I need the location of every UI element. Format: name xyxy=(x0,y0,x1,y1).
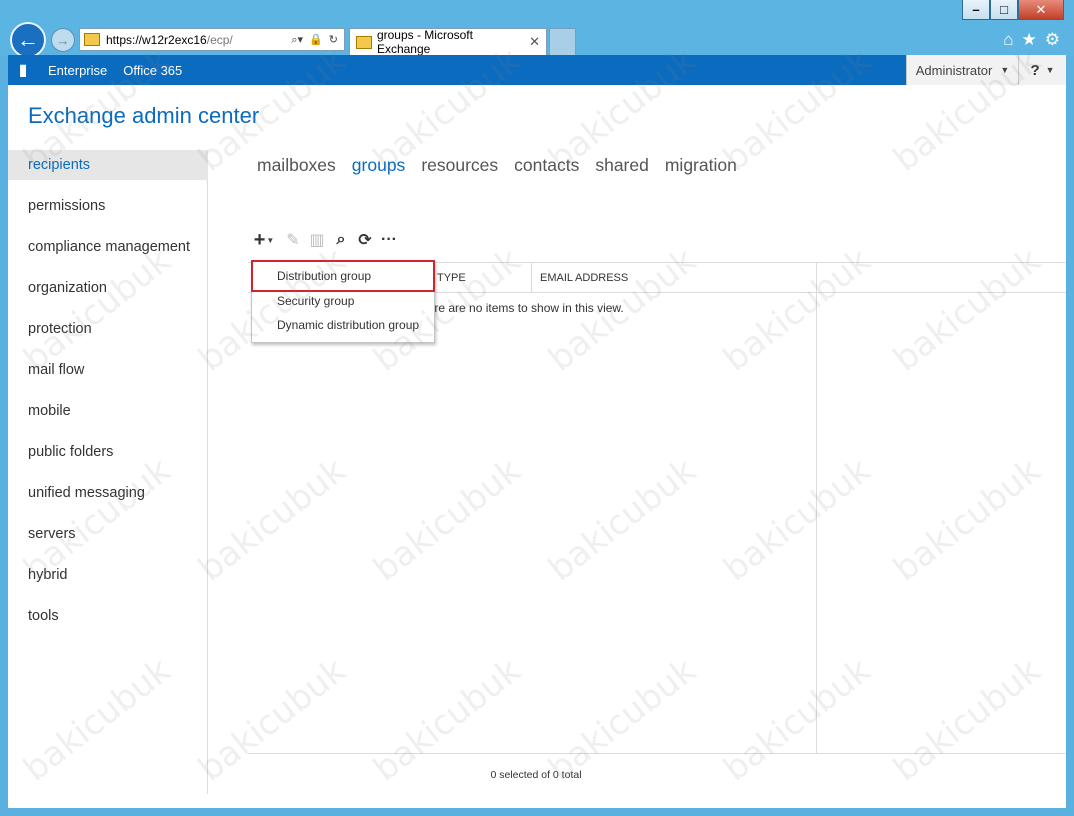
page-title: Exchange admin center xyxy=(28,103,260,128)
nav-item-hybrid[interactable]: hybrid xyxy=(8,560,208,601)
delete-icon: ▥ xyxy=(309,232,325,249)
empty-list-message: here are no items to show in this view. xyxy=(421,301,624,315)
office-logo-icon[interactable]: ▮ xyxy=(8,55,38,85)
refresh-icon[interactable]: ⟳ xyxy=(356,231,374,249)
nav-item-mail-flow[interactable]: mail flow xyxy=(8,355,208,396)
search-dropdown-icon[interactable]: ⌕▾ xyxy=(291,33,303,47)
office365-link[interactable]: Office 365 xyxy=(123,63,182,78)
add-group-menu: Distribution group Security group Dynami… xyxy=(251,260,435,343)
user-menu[interactable]: Administrator ▼ xyxy=(906,55,1018,85)
tab-favicon-icon xyxy=(356,35,372,49)
nav-item-permissions[interactable]: permissions xyxy=(8,191,208,232)
nav-item-unified-messaging[interactable]: unified messaging xyxy=(8,478,208,519)
favorites-star-icon[interactable]: ★ xyxy=(1022,30,1037,50)
edit-icon: ✎ xyxy=(286,232,300,249)
user-name: Administrator xyxy=(915,62,993,78)
tab-migration[interactable]: migration xyxy=(665,155,737,176)
list-bottom-border xyxy=(248,753,1066,754)
minimize-button[interactable]: – xyxy=(962,0,990,20)
nav-item-mobile[interactable]: mobile xyxy=(8,396,208,437)
nav-item-protection[interactable]: protection xyxy=(8,314,208,355)
nav-item-tools[interactable]: tools xyxy=(8,601,208,642)
tab-resources[interactable]: resources xyxy=(421,155,498,176)
help-menu[interactable]: ? ▼ xyxy=(1018,55,1066,85)
tab-contacts[interactable]: contacts xyxy=(514,155,579,176)
address-bar[interactable]: https://w12r2exc16 /ecp/ ⌕▾ 🔒 ↻ xyxy=(79,28,345,51)
tab-groups[interactable]: groups xyxy=(352,155,406,176)
nav-item-recipients[interactable]: recipients xyxy=(8,150,208,180)
help-icon: ? xyxy=(1030,61,1040,79)
add-icon[interactable]: + ▼ xyxy=(250,229,278,251)
arrow-right-icon: → xyxy=(56,32,70,48)
home-icon[interactable]: ⌂ xyxy=(1003,30,1013,50)
search-icon[interactable]: ⌕ xyxy=(332,231,350,249)
arrow-left-icon: ← xyxy=(17,27,39,52)
chevron-down-icon: ▼ xyxy=(1045,65,1055,75)
nav-divider xyxy=(207,180,208,794)
selection-status: 0 selected of 0 total xyxy=(490,769,582,781)
url-path: /ecp/ xyxy=(206,32,233,47)
reload-icon[interactable]: ↻ xyxy=(329,33,338,47)
menu-item-dynamic-distribution-group[interactable]: Dynamic distribution group xyxy=(252,313,434,337)
column-header-email-address[interactable]: EMAIL ADDRESS xyxy=(532,263,628,293)
enterprise-link[interactable]: Enterprise xyxy=(48,63,107,78)
groups-toolbar: + ▼ ✎ ▥ ⌕ ⟳ ··· xyxy=(250,229,398,251)
chevron-down-icon: ▼ xyxy=(266,235,275,245)
url-host: https://w12r2exc16 xyxy=(106,32,207,47)
maximize-button[interactable]: □ xyxy=(990,0,1018,20)
site-favicon-icon xyxy=(84,33,100,46)
tab-shared[interactable]: shared xyxy=(595,155,649,176)
eac-content: Exchange admin center recipients permiss… xyxy=(8,85,1066,808)
window-controls: – □ ✕ xyxy=(962,0,1064,20)
tab-title: groups - Microsoft Exchange xyxy=(376,28,473,56)
new-tab-button[interactable] xyxy=(549,28,576,55)
menu-item-security-group[interactable]: Security group xyxy=(252,289,434,313)
nav-item-organization[interactable]: organization xyxy=(8,273,208,314)
menu-item-distribution-group[interactable]: Distribution group xyxy=(251,260,435,292)
settings-gear-icon[interactable]: ⚙ xyxy=(1045,30,1060,50)
details-pane-divider xyxy=(816,262,817,754)
close-tab-icon[interactable]: ✕ xyxy=(529,34,540,50)
nav-item-public-folders[interactable]: public folders xyxy=(8,437,208,478)
nav-item-compliance-management[interactable]: compliance management xyxy=(8,232,208,273)
browser-tab[interactable]: groups - Microsoft Exchange ✕ xyxy=(349,28,547,56)
tab-mailboxes[interactable]: mailboxes xyxy=(257,155,336,176)
left-navigation: recipients permissions compliance manage… xyxy=(8,150,208,642)
forward-button[interactable]: → xyxy=(51,28,75,52)
browser-chrome: – □ ✕ ← → https://w12r2exc16 /ecp/ ⌕▾ 🔒 … xyxy=(0,0,1074,58)
back-button[interactable]: ← xyxy=(10,22,46,58)
lock-icon[interactable]: 🔒 xyxy=(309,33,323,47)
more-icon[interactable]: ··· xyxy=(380,231,398,249)
nav-item-servers[interactable]: servers xyxy=(8,519,208,560)
office-top-bar: ▮ Enterprise Office 365 Administrator ▼ … xyxy=(8,55,1066,85)
chevron-down-icon: ▼ xyxy=(1000,65,1010,75)
recipient-subtabs: mailboxes groups resources contacts shar… xyxy=(257,155,737,176)
close-window-button[interactable]: ✕ xyxy=(1018,0,1064,20)
